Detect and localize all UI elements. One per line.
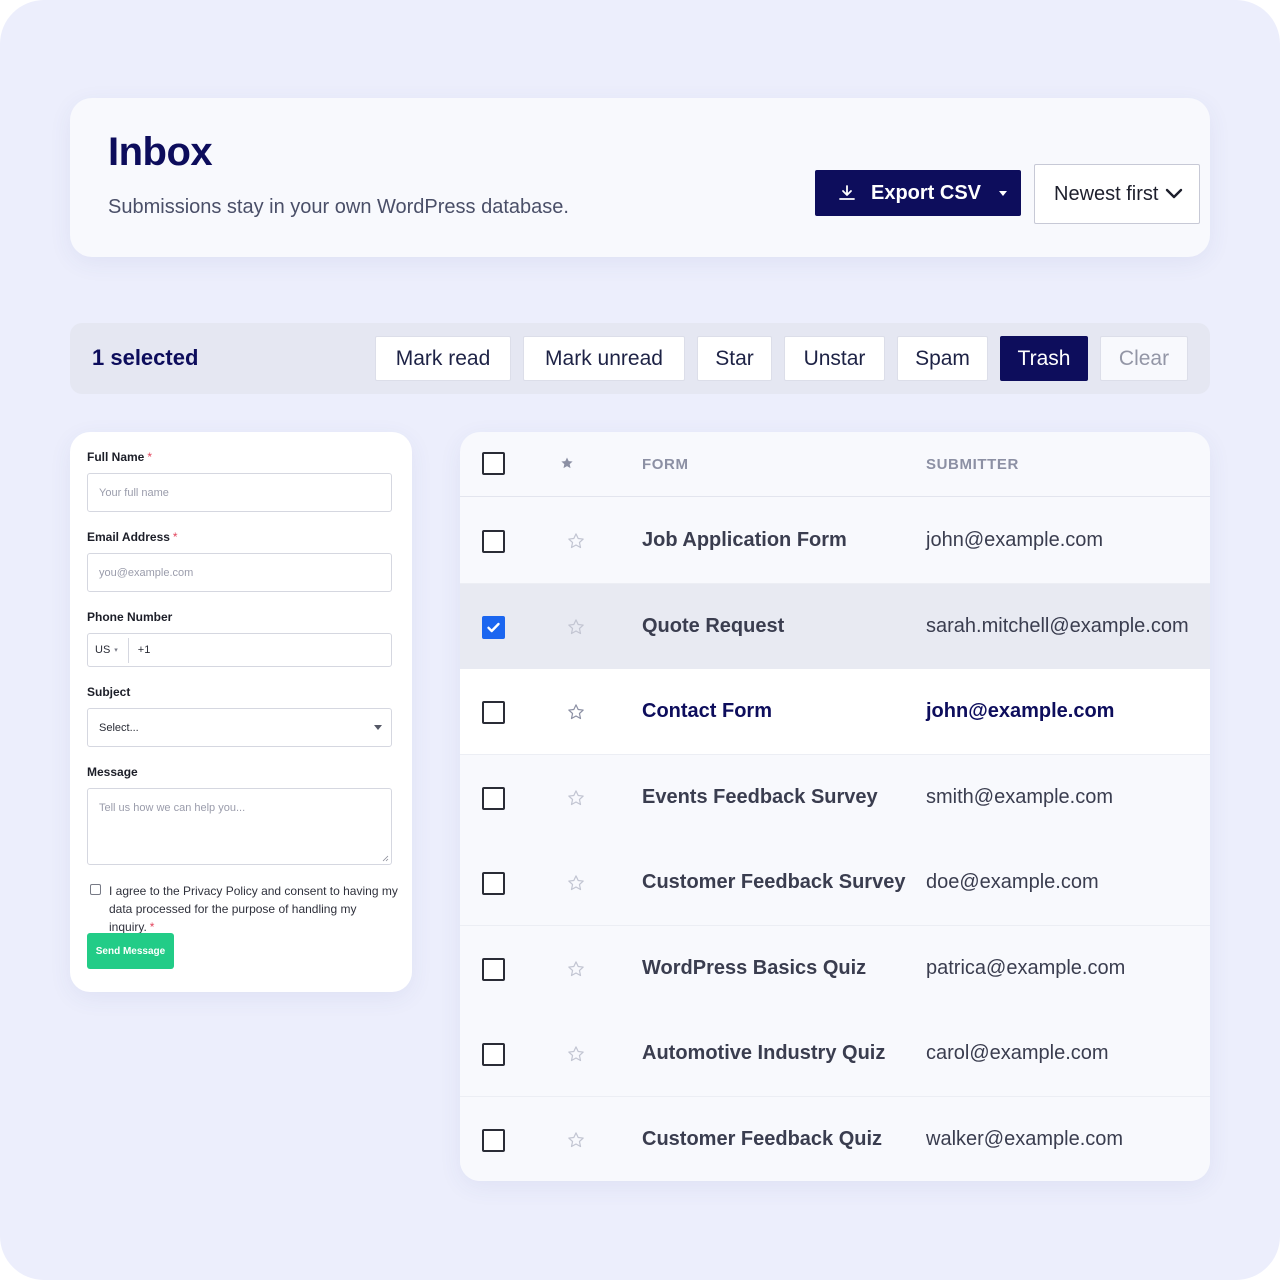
email-label-text: Email Address [87,530,170,544]
submitter-cell: smith@example.com [926,785,1114,808]
submitter-cell: doe@example.com [926,871,1099,893]
resize-handle-icon[interactable] [382,855,389,862]
page-title: Inbox [108,130,213,174]
phone-country-select[interactable]: US ▾ [95,644,118,656]
send-message-button[interactable]: Send Message [87,933,174,969]
phone-dial-code: +1 [137,644,151,656]
submissions-table: FORM SUBMITTER Job Application Form john@… [460,432,1210,1181]
consent-checkbox[interactable] [90,884,101,895]
download-icon [837,183,857,203]
submitter-cell: john@example.com [926,529,1104,551]
row-checkbox[interactable] [482,957,505,981]
form-preview-card: Full Name * Your full name Email Address *… [70,432,412,992]
submitter-cell: sarah.mitchell@example.com [926,614,1189,637]
sort-select[interactable]: Newest first [1034,164,1200,224]
form-name-cell[interactable]: Quote Request [642,615,784,638]
consent-text: I agree to the Privacy Policy and consen… [109,882,399,936]
table-row[interactable]: Quote Request sarah.mitchell@example.com [460,583,1210,670]
phone-input[interactable]: US ▾ +1 [87,633,392,667]
caret-down-icon: ▾ [114,647,118,654]
submitter-cell: john@example.com [926,700,1115,722]
mark-unread-button[interactable]: Mark unread [523,336,685,381]
star-icon[interactable] [567,960,585,978]
table-header: FORM SUBMITTER [460,432,1210,497]
phone-label: Phone Number [87,610,173,624]
select-all-checkbox[interactable] [482,452,505,475]
divider [127,637,129,663]
checkmark-icon [487,622,500,632]
sort-select-value: Newest first [1054,182,1159,205]
row-checkbox[interactable] [482,530,505,553]
email-input[interactable]: you@example.com [87,553,392,592]
table-row[interactable]: Automotive Industry Quiz carol@example.co… [460,1011,1210,1097]
submitter-cell: walker@example.com [926,1127,1124,1150]
full-name-label: Full Name * [87,450,152,464]
caret-down-icon [999,190,1008,196]
star-icon[interactable] [567,1045,585,1063]
table-row[interactable]: Contact Form john@example.com [460,669,1210,755]
submitter-cell: carol@example.com [926,1042,1109,1064]
full-name-input[interactable]: Your full name [87,473,392,512]
subject-select-value: Select... [99,721,139,734]
row-checkbox[interactable] [482,701,505,724]
form-name-cell[interactable]: Events Feedback Survey [642,786,878,809]
row-checkbox[interactable] [482,1043,505,1066]
star-icon[interactable] [560,456,574,470]
row-checkbox[interactable] [482,615,505,639]
export-csv-label: Export CSV [871,181,982,204]
table-row[interactable]: Job Application Form john@example.com [460,498,1210,584]
trash-button[interactable]: Trash [1000,336,1088,381]
message-label: Message [87,765,138,779]
subject-select[interactable]: Select... [87,708,392,747]
subject-label: Subject [87,685,131,699]
row-checkbox[interactable] [482,1128,505,1152]
star-icon[interactable] [567,874,585,892]
message-placeholder: Tell us how we can help you... [99,802,246,814]
row-checkbox[interactable] [482,872,505,895]
form-name-cell[interactable]: Customer Feedback Survey [642,871,905,894]
phone-country-code: US [95,644,111,656]
table-row[interactable]: Customer Feedback Quiz walker@example.com [460,1096,1210,1181]
form-name-cell[interactable]: Customer Feedback Quiz [642,1128,882,1151]
row-checkbox[interactable] [482,786,505,810]
inbox-header: Inbox Submissions stay in your own WordP… [70,98,1210,257]
form-name-cell[interactable]: WordPress Basics Quiz [642,957,866,980]
required-mark: * [147,450,153,464]
star-icon[interactable] [567,789,585,807]
form-name-cell[interactable]: Job Application Form [642,529,847,552]
star-icon[interactable] [567,1131,585,1149]
table-row[interactable]: Customer Feedback Survey doe@example.com [460,840,1210,926]
column-header-form[interactable]: FORM [642,456,689,473]
form-name-cell[interactable]: Automotive Industry Quiz [642,1042,885,1065]
form-name-cell[interactable]: Contact Form [642,700,772,723]
required-mark: * [172,530,178,544]
submitter-cell: patrica@example.com [926,956,1126,979]
selected-count: 1 selected [92,345,199,370]
table-row[interactable]: WordPress Basics Quiz patrica@example.com [460,925,1210,1012]
caret-down-icon [374,725,382,730]
full-name-label-text: Full Name [87,450,145,464]
mark-read-button[interactable]: Mark read [375,336,511,381]
export-csv-button[interactable]: Export CSV [815,170,1021,216]
star-icon[interactable] [567,532,585,550]
chevron-down-icon [1165,188,1183,199]
clear-button[interactable]: Clear [1100,336,1188,381]
star-button[interactable]: Star [697,336,772,381]
unstar-button[interactable]: Unstar [784,336,885,381]
email-label: Email Address * [87,530,178,544]
spam-button[interactable]: Spam [897,336,988,381]
required-mark: * [149,920,155,934]
app-canvas: Inbox Submissions stay in your own WordP… [0,0,1280,1280]
column-header-submitter[interactable]: SUBMITTER [926,456,1019,473]
bulk-actions-bar: 1 selected Mark read Mark unread Star Un… [70,323,1210,394]
message-textarea[interactable]: Tell us how we can help you... [87,788,392,865]
star-icon[interactable] [567,703,585,721]
table-row[interactable]: Events Feedback Survey smith@example.com [460,754,1210,841]
page-subtitle: Submissions stay in your own WordPress d… [108,196,569,218]
star-icon[interactable] [567,618,585,636]
